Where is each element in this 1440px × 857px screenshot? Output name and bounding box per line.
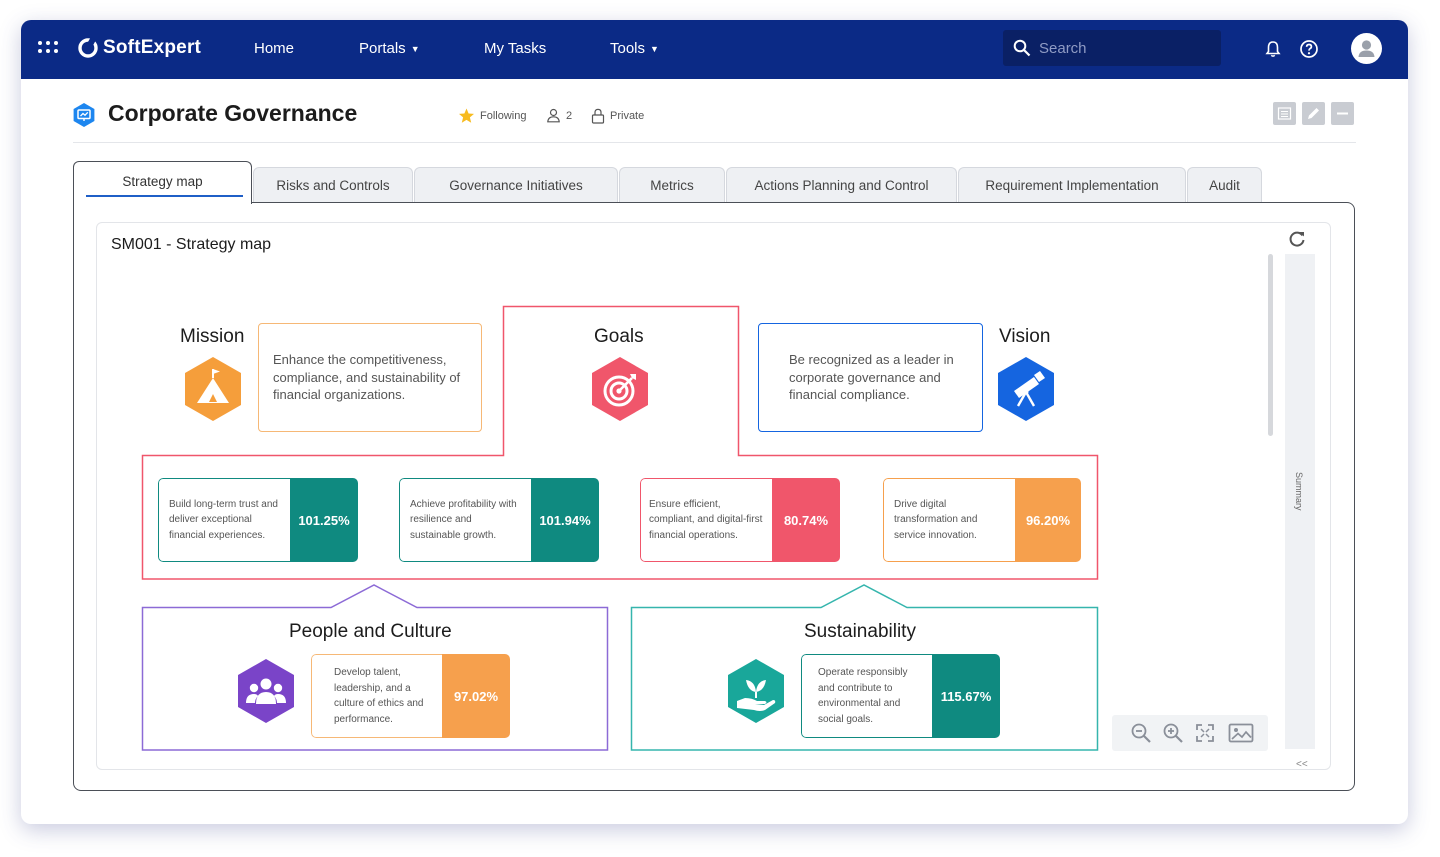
hand-plant-icon	[728, 659, 784, 723]
goal-card-value: 101.25%	[290, 478, 358, 562]
goals-title: Goals	[594, 326, 644, 347]
tab-strategy-map[interactable]: Strategy map	[73, 161, 252, 204]
vision-title: Vision	[999, 326, 1051, 347]
sustainability-card-value: 115.67%	[932, 654, 1000, 738]
goal-card[interactable]: Build long-term trust and deliver except…	[158, 478, 358, 562]
mission-title: Mission	[180, 326, 245, 347]
vision-statement: Be recognized as a leader in corporate g…	[758, 323, 983, 432]
mission-statement: Enhance the competitiveness, compliance,…	[258, 323, 482, 432]
strategy-map-connectors	[141, 305, 1099, 751]
active-tab-underline	[86, 195, 243, 197]
goal-card-value: 80.74%	[772, 478, 840, 562]
sustainability-card-text: Operate responsibly and contribute to en…	[801, 654, 932, 738]
sustainability-title: Sustainability	[804, 621, 916, 642]
people-culture-card-value: 97.02%	[442, 654, 510, 738]
people-culture-card[interactable]: Develop talent, leadership, and a cultur…	[311, 654, 510, 738]
goal-card[interactable]: Ensure efficient, compliant, and digital…	[640, 478, 840, 562]
vision-text: Be recognized as a leader in corporate g…	[789, 352, 954, 403]
goal-card-value: 96.20%	[1015, 478, 1081, 562]
goal-card-text: Achieve profitability with resilience an…	[399, 478, 531, 562]
goal-card[interactable]: Drive digital transformation and service…	[883, 478, 1081, 562]
mission-text: Enhance the competitiveness, compliance,…	[273, 352, 461, 403]
goal-card-value: 101.94%	[531, 478, 599, 562]
target-icon	[592, 357, 648, 421]
people-culture-title: People and Culture	[289, 621, 452, 642]
goal-card-text: Build long-term trust and deliver except…	[158, 478, 290, 562]
goal-card[interactable]: Achieve profitability with resilience an…	[399, 478, 599, 562]
telescope-icon	[998, 357, 1054, 421]
tab-strategy-map-label: Strategy map	[122, 173, 203, 189]
sustainability-card[interactable]: Operate responsibly and contribute to en…	[801, 654, 1000, 738]
app-window: SoftExpert Home Portals ▼ My Tasks Tools…	[21, 20, 1408, 824]
people-culture-card-text: Develop talent, leadership, and a cultur…	[311, 654, 442, 738]
goal-card-text: Ensure efficient, compliant, and digital…	[640, 478, 772, 562]
mountain-flag-icon	[185, 357, 241, 421]
people-group-icon	[238, 659, 294, 723]
goal-card-text: Drive digital transformation and service…	[883, 478, 1015, 562]
